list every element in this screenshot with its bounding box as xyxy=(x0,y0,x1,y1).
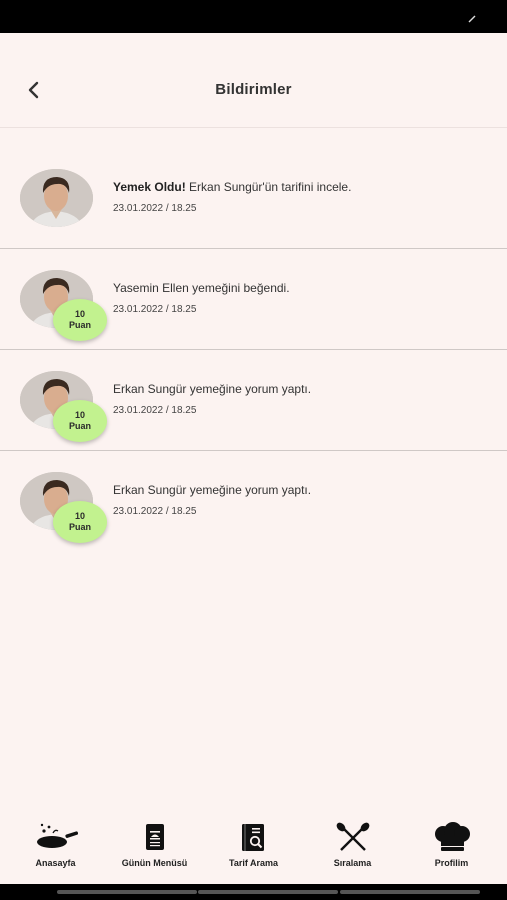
page-title: Bildirimler xyxy=(215,81,292,98)
nav-label: Profilim xyxy=(434,858,469,868)
notification-list: Yemek Oldu! Erkan Sungür'ün tarifini inc… xyxy=(0,148,507,552)
notification-date: 23.01.2022 / 18.25 xyxy=(113,304,197,315)
notification-date: 23.01.2022 / 18.25 xyxy=(113,506,197,517)
header: Bildirimler xyxy=(0,33,507,128)
notification-text: Erkan Sungür yemeğine yorum yaptı. xyxy=(113,382,312,396)
nav-item-anasayfa[interactable]: Anasayfa xyxy=(11,812,101,868)
nav-pill[interactable] xyxy=(198,890,338,894)
app-screen: Bildirimler Yemek Oldu! Erkan Sungür'ün … xyxy=(0,33,507,884)
nav-item-profilim[interactable]: Profilim xyxy=(407,812,497,868)
nav-label: Sıralama xyxy=(333,858,372,868)
nav-item-tarif-arama[interactable]: Tarif Arama xyxy=(209,812,299,868)
status-bar xyxy=(0,0,507,33)
chef-hat-icon xyxy=(430,820,474,854)
points-value: 10 xyxy=(74,309,85,319)
notification-text: Erkan Sungür yemeğine yorum yaptı. xyxy=(113,483,312,497)
notification-item[interactable]: 10 Puan Erkan Sungür yemeğine yorum yapt… xyxy=(0,350,507,451)
points-badge: 10 Puan xyxy=(53,299,107,341)
nav-label: Anasayfa xyxy=(35,858,76,868)
notification-text: Yasemin Ellen yemeğini beğendi. xyxy=(113,281,290,295)
nav-pill[interactable] xyxy=(57,890,197,894)
points-badge: 10 Puan xyxy=(53,501,107,543)
notification-text: Yemek Oldu! Erkan Sungür'ün tarifini inc… xyxy=(113,180,352,194)
menu-book-icon xyxy=(133,820,177,854)
nav-label: Tarif Arama xyxy=(228,858,279,868)
nav-item-siralama[interactable]: Sıralama xyxy=(308,812,398,868)
nav-label: Günün Menüsü xyxy=(121,858,188,868)
nav-pill[interactable] xyxy=(340,890,480,894)
frying-pan-icon xyxy=(34,820,78,854)
notification-date: 23.01.2022 / 18.25 xyxy=(113,405,197,416)
notification-item[interactable]: Yemek Oldu! Erkan Sungür'ün tarifini inc… xyxy=(0,148,507,249)
points-label: Puan xyxy=(68,522,91,532)
notification-item[interactable]: 10 Puan Erkan Sungür yemeğine yorum yapt… xyxy=(0,451,507,552)
recipe-search-icon xyxy=(232,820,276,854)
points-label: Puan xyxy=(68,320,91,330)
points-badge: 10 Puan xyxy=(53,400,107,442)
nav-item-gunun-menusu[interactable]: Günün Menüsü xyxy=(110,812,200,868)
bottom-navigation: Anasayfa Günün Menüsü Tarif Arama Sırala… xyxy=(0,812,507,884)
system-navigation-bar xyxy=(0,884,507,900)
avatar xyxy=(20,169,93,227)
points-label: Puan xyxy=(68,421,91,431)
notification-date: 23.01.2022 / 18.25 xyxy=(113,203,197,214)
notification-item[interactable]: 10 Puan Yasemin Ellen yemeğini beğendi. … xyxy=(0,249,507,350)
points-value: 10 xyxy=(74,410,85,420)
points-value: 10 xyxy=(74,511,85,521)
crossed-spoons-icon xyxy=(331,820,375,854)
signal-icon xyxy=(468,15,476,23)
